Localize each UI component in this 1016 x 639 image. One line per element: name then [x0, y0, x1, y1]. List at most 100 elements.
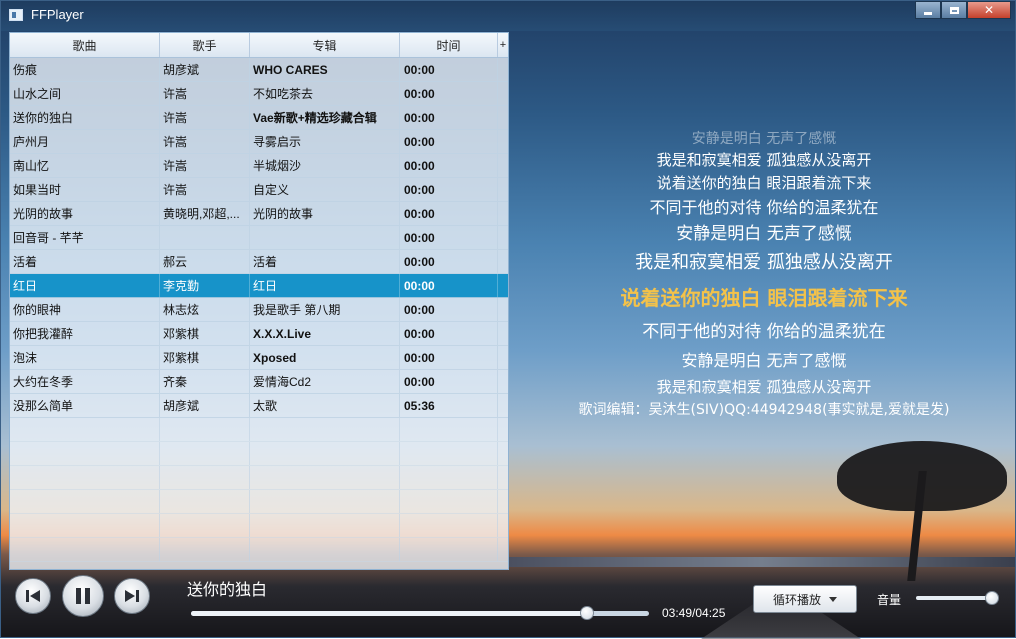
lyric-line: 我是和寂寞相爱 孤独感从没离开 — [635, 252, 893, 273]
empty-row — [10, 418, 508, 442]
column-header-time[interactable]: 时间 — [400, 33, 498, 57]
table-row[interactable]: 没那么简单 胡彦斌 太歌 05:36 — [10, 394, 508, 418]
empty-cell — [250, 418, 400, 441]
lyric-credit: 歌词编辑：吴沐生(SIV)QQ:44942948(事实就是,爱就是发) — [578, 402, 950, 418]
table-row[interactable]: 回音哥 - 芊芊 00:00 — [10, 226, 508, 250]
table-row[interactable]: 山水之间 许嵩 不如吃茶去 00:00 — [10, 82, 508, 106]
now-playing-title: 送你的独白 — [187, 580, 268, 599]
minimize-button[interactable] — [915, 1, 941, 19]
table-row[interactable]: 如果当时 许嵩 自定义 00:00 — [10, 178, 508, 202]
empty-cell — [160, 490, 250, 513]
cell-album: 半城烟沙 — [250, 154, 400, 177]
cell-album: 活着 — [250, 250, 400, 273]
empty-cell — [250, 514, 400, 537]
table-row[interactable]: 光阴的故事 黄晓明,邓超,... 光阴的故事 00:00 — [10, 202, 508, 226]
cell-artist: 郝云 — [160, 250, 250, 273]
table-row[interactable]: 伤痕 胡彦斌 WHO CARES 00:00 — [10, 58, 508, 82]
cell-album: X.X.X.Live — [250, 322, 400, 345]
cell-song: 南山忆 — [10, 154, 160, 177]
pause-icon — [76, 588, 90, 604]
lyric-line: 安静是明白 无声了感慨 — [691, 131, 837, 147]
window-title: FFPlayer — [31, 7, 84, 22]
close-icon: ✕ — [983, 3, 995, 17]
empty-cell — [10, 442, 160, 465]
empty-cell — [160, 442, 250, 465]
empty-row — [10, 514, 508, 538]
cell-song: 如果当时 — [10, 178, 160, 201]
lyric-line: 我是和寂寞相爱 孤独感从没离开 — [656, 151, 872, 169]
cell-album — [250, 226, 400, 249]
lyric-line: 我是和寂寞相爱 孤独感从没离开 — [656, 378, 872, 396]
lyrics-panel: 安静是明白 无声了感慨 我是和寂寞相爱 孤独感从没离开 说着送你的独白 眼泪跟着流下… — [519, 129, 1009, 421]
empty-cell — [400, 490, 498, 513]
table-row[interactable]: 庐州月 许嵩 寻雾启示 00:00 — [10, 130, 508, 154]
cell-artist: 邓紫棋 — [160, 346, 250, 369]
maximize-button[interactable] — [941, 1, 967, 19]
empty-cell — [400, 466, 498, 489]
cell-album: Xposed — [250, 346, 400, 369]
table-row[interactable]: 大约在冬季 齐秦 爱情海Cd2 00:00 — [10, 370, 508, 394]
title-bar[interactable]: FFPlayer ✕ — [1, 1, 1015, 31]
cell-artist: 许嵩 — [160, 154, 250, 177]
column-menu-plus-icon[interactable]: + — [498, 33, 508, 57]
cell-song: 活着 — [10, 250, 160, 273]
empty-row — [10, 490, 508, 514]
column-header-song[interactable]: 歌曲 — [10, 33, 160, 57]
next-button[interactable] — [114, 578, 150, 614]
table-header: 歌曲 歌手 专辑 时间 + — [10, 33, 508, 58]
cell-song: 山水之间 — [10, 82, 160, 105]
playlist-table: 歌曲 歌手 专辑 时间 + 伤痕 胡彦斌 WHO CARES 00:00 山水之间 许嵩不… — [9, 32, 509, 570]
cell-artist: 许嵩 — [160, 130, 250, 153]
cell-album: 寻雾启示 — [250, 130, 400, 153]
cell-time: 00:00 — [400, 346, 498, 369]
volume-handle[interactable] — [985, 591, 999, 605]
empty-cell — [400, 514, 498, 537]
table-row[interactable]: 泡沫 邓紫棋 Xposed 00:00 — [10, 346, 508, 370]
empty-cell — [250, 490, 400, 513]
skip-back-icon — [26, 590, 40, 602]
column-header-artist[interactable]: 歌手 — [160, 33, 250, 57]
table-row[interactable]: 活着 郝云 活着 00:00 — [10, 250, 508, 274]
progress-slider[interactable] — [191, 606, 649, 620]
empty-row — [10, 538, 508, 562]
empty-cell — [400, 418, 498, 441]
empty-cell — [160, 418, 250, 441]
previous-button[interactable] — [15, 578, 51, 614]
cell-album: 爱情海Cd2 — [250, 370, 400, 393]
empty-cell — [10, 418, 160, 441]
close-button[interactable]: ✕ — [967, 1, 1011, 19]
cell-album: Vae新歌+精选珍藏合辑 — [250, 106, 400, 129]
skip-forward-icon — [125, 590, 139, 602]
table-row[interactable]: 送你的独白 许嵩 Vae新歌+精选珍藏合辑 00:00 — [10, 106, 508, 130]
play-mode-dropdown[interactable]: 循环播放 — [753, 585, 857, 613]
empty-cell — [250, 442, 400, 465]
cell-time: 00:00 — [400, 370, 498, 393]
cell-song: 大约在冬季 — [10, 370, 160, 393]
cell-album: WHO CARES — [250, 58, 400, 81]
table-row[interactable]: 南山忆 许嵩 半城烟沙 00:00 — [10, 154, 508, 178]
table-row[interactable]: 你的眼神 林志炫 我是歌手 第八期 00:00 — [10, 298, 508, 322]
pause-button[interactable] — [62, 575, 104, 617]
progress-handle[interactable] — [579, 606, 594, 620]
empty-row — [10, 442, 508, 466]
empty-cell — [10, 538, 160, 561]
cell-song: 送你的独白 — [10, 106, 160, 129]
minimize-icon — [924, 11, 932, 15]
column-header-album[interactable]: 专辑 — [250, 33, 400, 57]
empty-cell — [160, 514, 250, 537]
lyric-line: 安静是明白 无声了感慨 — [681, 351, 847, 370]
cell-artist: 许嵩 — [160, 82, 250, 105]
cell-album: 红日 — [250, 274, 400, 297]
table-row[interactable]: 红日 李克勤 红日 00:00 — [10, 274, 508, 298]
cell-artist: 邓紫棋 — [160, 322, 250, 345]
cell-song: 没那么简单 — [10, 394, 160, 417]
table-row[interactable]: 你把我灌醉 邓紫棋 X.X.X.Live 00:00 — [10, 322, 508, 346]
current-lyric-line: 说着送你的独白 眼泪跟着流下来 — [620, 286, 908, 310]
cell-time: 00:00 — [400, 250, 498, 273]
cell-time: 00:00 — [400, 130, 498, 153]
cell-time: 00:00 — [400, 178, 498, 201]
cell-time: 00:00 — [400, 58, 498, 81]
app-icon — [9, 9, 23, 21]
volume-slider[interactable] — [916, 591, 999, 605]
cell-song: 庐州月 — [10, 130, 160, 153]
